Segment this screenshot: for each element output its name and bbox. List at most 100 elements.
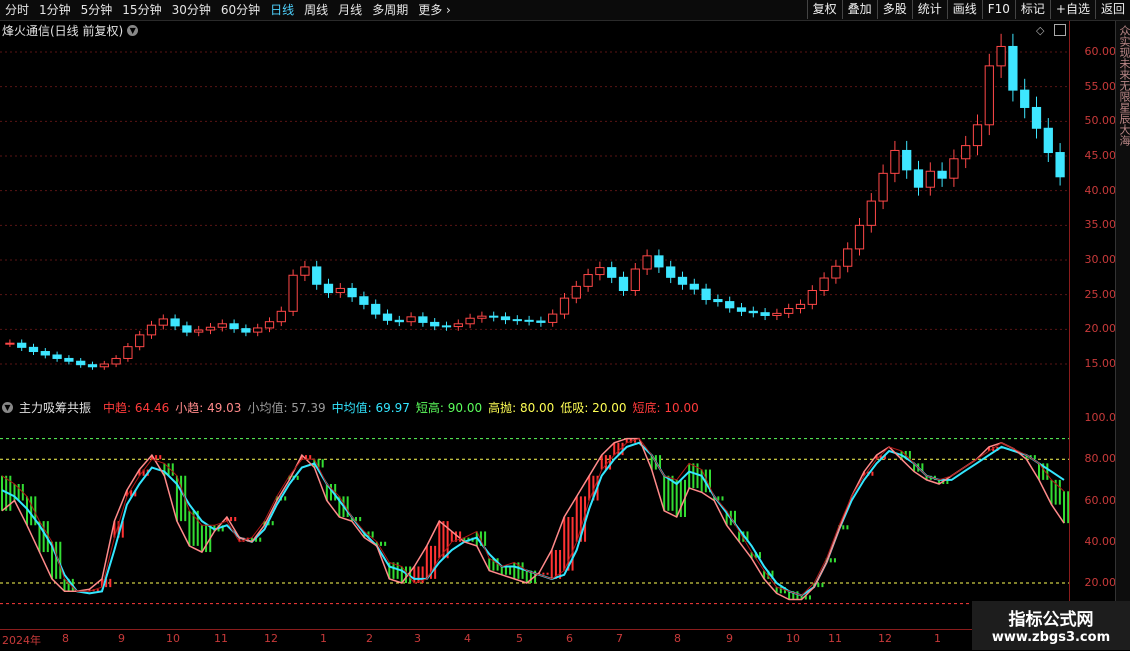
candle [87, 364, 98, 368]
candle [831, 265, 841, 279]
candle [99, 363, 109, 368]
candle [784, 308, 794, 314]
candle [748, 310, 758, 314]
candle [1020, 89, 1030, 108]
tool-button[interactable]: +自选 [1049, 0, 1095, 19]
candle [642, 255, 652, 270]
candle [217, 323, 227, 328]
period-tab[interactable]: 周线 [299, 0, 333, 20]
tool-button[interactable]: 画线 [946, 0, 982, 19]
chevron-down-icon[interactable]: ▼ [127, 25, 139, 36]
x-tick-label: 6 [566, 632, 573, 645]
kline-title-bar: 烽火通信(日线 前复权) ▼ [2, 22, 139, 39]
candle [843, 248, 853, 267]
candle [795, 303, 806, 310]
candle [512, 319, 522, 322]
watermark-title: 指标公式网 [1008, 610, 1094, 630]
tool-button[interactable]: 返回 [1094, 0, 1130, 19]
candle [819, 277, 829, 292]
tool-button[interactable]: 多股 [876, 0, 912, 19]
candle [607, 267, 617, 278]
price-tick-label: 60.00 [1084, 45, 1117, 58]
period-tab[interactable]: 30分钟 [167, 0, 216, 20]
period-tab[interactable]: 60分钟 [216, 0, 265, 20]
legend-item: 小趋: 49.03 [175, 401, 242, 415]
y-axis: 60.00 55.00 50.00 45.00 40.00 35.00 30.00 25.00… [1069, 21, 1116, 629]
price-tick-label: 30.00 [1084, 253, 1117, 266]
period-tab[interactable]: 分时 [0, 0, 34, 20]
candle [1043, 127, 1053, 154]
x-tick-label: 11 [828, 632, 842, 645]
x-tick-label: 9 [726, 632, 733, 645]
tool-button[interactable]: 叠加 [841, 0, 877, 19]
candle [1008, 45, 1018, 91]
period-tab[interactable]: 多周期 [367, 0, 413, 20]
candle [382, 313, 393, 321]
watermark: 指标公式网 www.zbgs3.com [972, 601, 1130, 650]
x-tick-label: 1 [320, 632, 327, 645]
tool-button[interactable]: 统计 [911, 0, 947, 19]
period-tab[interactable]: 15分钟 [117, 0, 166, 20]
sidebar-text: 众实现未来无限星辰大海 [1118, 25, 1130, 146]
candle [536, 320, 546, 323]
candle [418, 316, 428, 323]
candle [949, 158, 959, 179]
candle [371, 303, 381, 315]
candle [5, 342, 15, 345]
candle [583, 274, 593, 287]
candle [394, 319, 404, 323]
tool-button[interactable]: F10 [981, 0, 1015, 19]
period-toolbar: 分时 1分钟 5分钟 15分钟 30分钟 60分钟 日线 周线 月线 多周期 更多 › 复权 叠加 多股… [0, 0, 1130, 21]
watermark-url: www.zbgs3.com [991, 630, 1111, 645]
candle [205, 326, 216, 331]
candle [630, 268, 640, 292]
candle [76, 360, 86, 366]
indicator-title: 主力吸筹共振 [19, 401, 92, 415]
period-tab[interactable]: 日线 [265, 0, 299, 20]
kline-panel: 烽火通信(日线 前复权) ▼ ◇ [0, 21, 1069, 395]
period-tab[interactable]: 月线 [333, 0, 367, 20]
period-tab[interactable]: 1分钟 [34, 0, 76, 20]
candle [571, 285, 581, 299]
tool-button[interactable]: 复权 [806, 0, 842, 19]
candle [17, 342, 27, 348]
price-tick-label: 45.00 [1084, 149, 1117, 162]
tool-buttons: 复权 叠加 多股 统计 画线 F10 标记 +自选 返回 [806, 0, 1130, 20]
indicator-panel: ▼ 主力吸筹共振 中趋: 64.46 小趋: 49.03 小均值: 57.39 中均值… [0, 398, 1074, 629]
candle [772, 312, 782, 316]
x-tick-label: 2024年 [2, 634, 41, 647]
candle [548, 313, 558, 323]
period-tab[interactable]: 5分钟 [76, 0, 118, 20]
candle [276, 310, 286, 323]
price-tick-label: 25.00 [1084, 287, 1117, 301]
panel-toggle-icon[interactable] [1054, 24, 1066, 36]
x-axis: 2024年 8 9 10 11 12 1 2 3 4 5 6 7 8 9 10 11 12 1 [0, 629, 1069, 651]
x-tick-label: 3 [414, 632, 421, 645]
x-tick-label: 5 [516, 632, 523, 645]
candle [559, 297, 570, 315]
indicator-legend: ▼ 主力吸筹共振 中趋: 64.46 小趋: 49.03 小均值: 57.39 中均值… [2, 399, 711, 416]
candle [28, 346, 39, 353]
indicator-tick-label: 80.00 [1084, 452, 1117, 466]
legend-items: 中趋: 64.46 小趋: 49.03 小均值: 57.39 中均值: 69.97 短高… [103, 399, 705, 416]
candle [465, 317, 475, 325]
candle [335, 287, 345, 294]
x-tick-label: 12 [264, 632, 278, 645]
candle [925, 170, 935, 188]
candle [689, 283, 699, 290]
diamond-icon[interactable]: ◇ [1036, 24, 1044, 37]
candle [441, 325, 452, 328]
candle [913, 169, 924, 188]
x-tick-label: 8 [62, 632, 69, 645]
chevron-down-icon[interactable]: ▼ [2, 402, 13, 413]
tool-button[interactable]: 标记 [1014, 0, 1050, 19]
candle [961, 145, 971, 160]
period-tab[interactable]: 更多 › [413, 0, 456, 20]
x-tick-label: 4 [464, 632, 471, 645]
candle [477, 315, 487, 319]
candle [406, 316, 416, 323]
candle [40, 351, 50, 356]
candle [135, 334, 145, 348]
candle [170, 318, 180, 327]
candle [937, 170, 947, 179]
